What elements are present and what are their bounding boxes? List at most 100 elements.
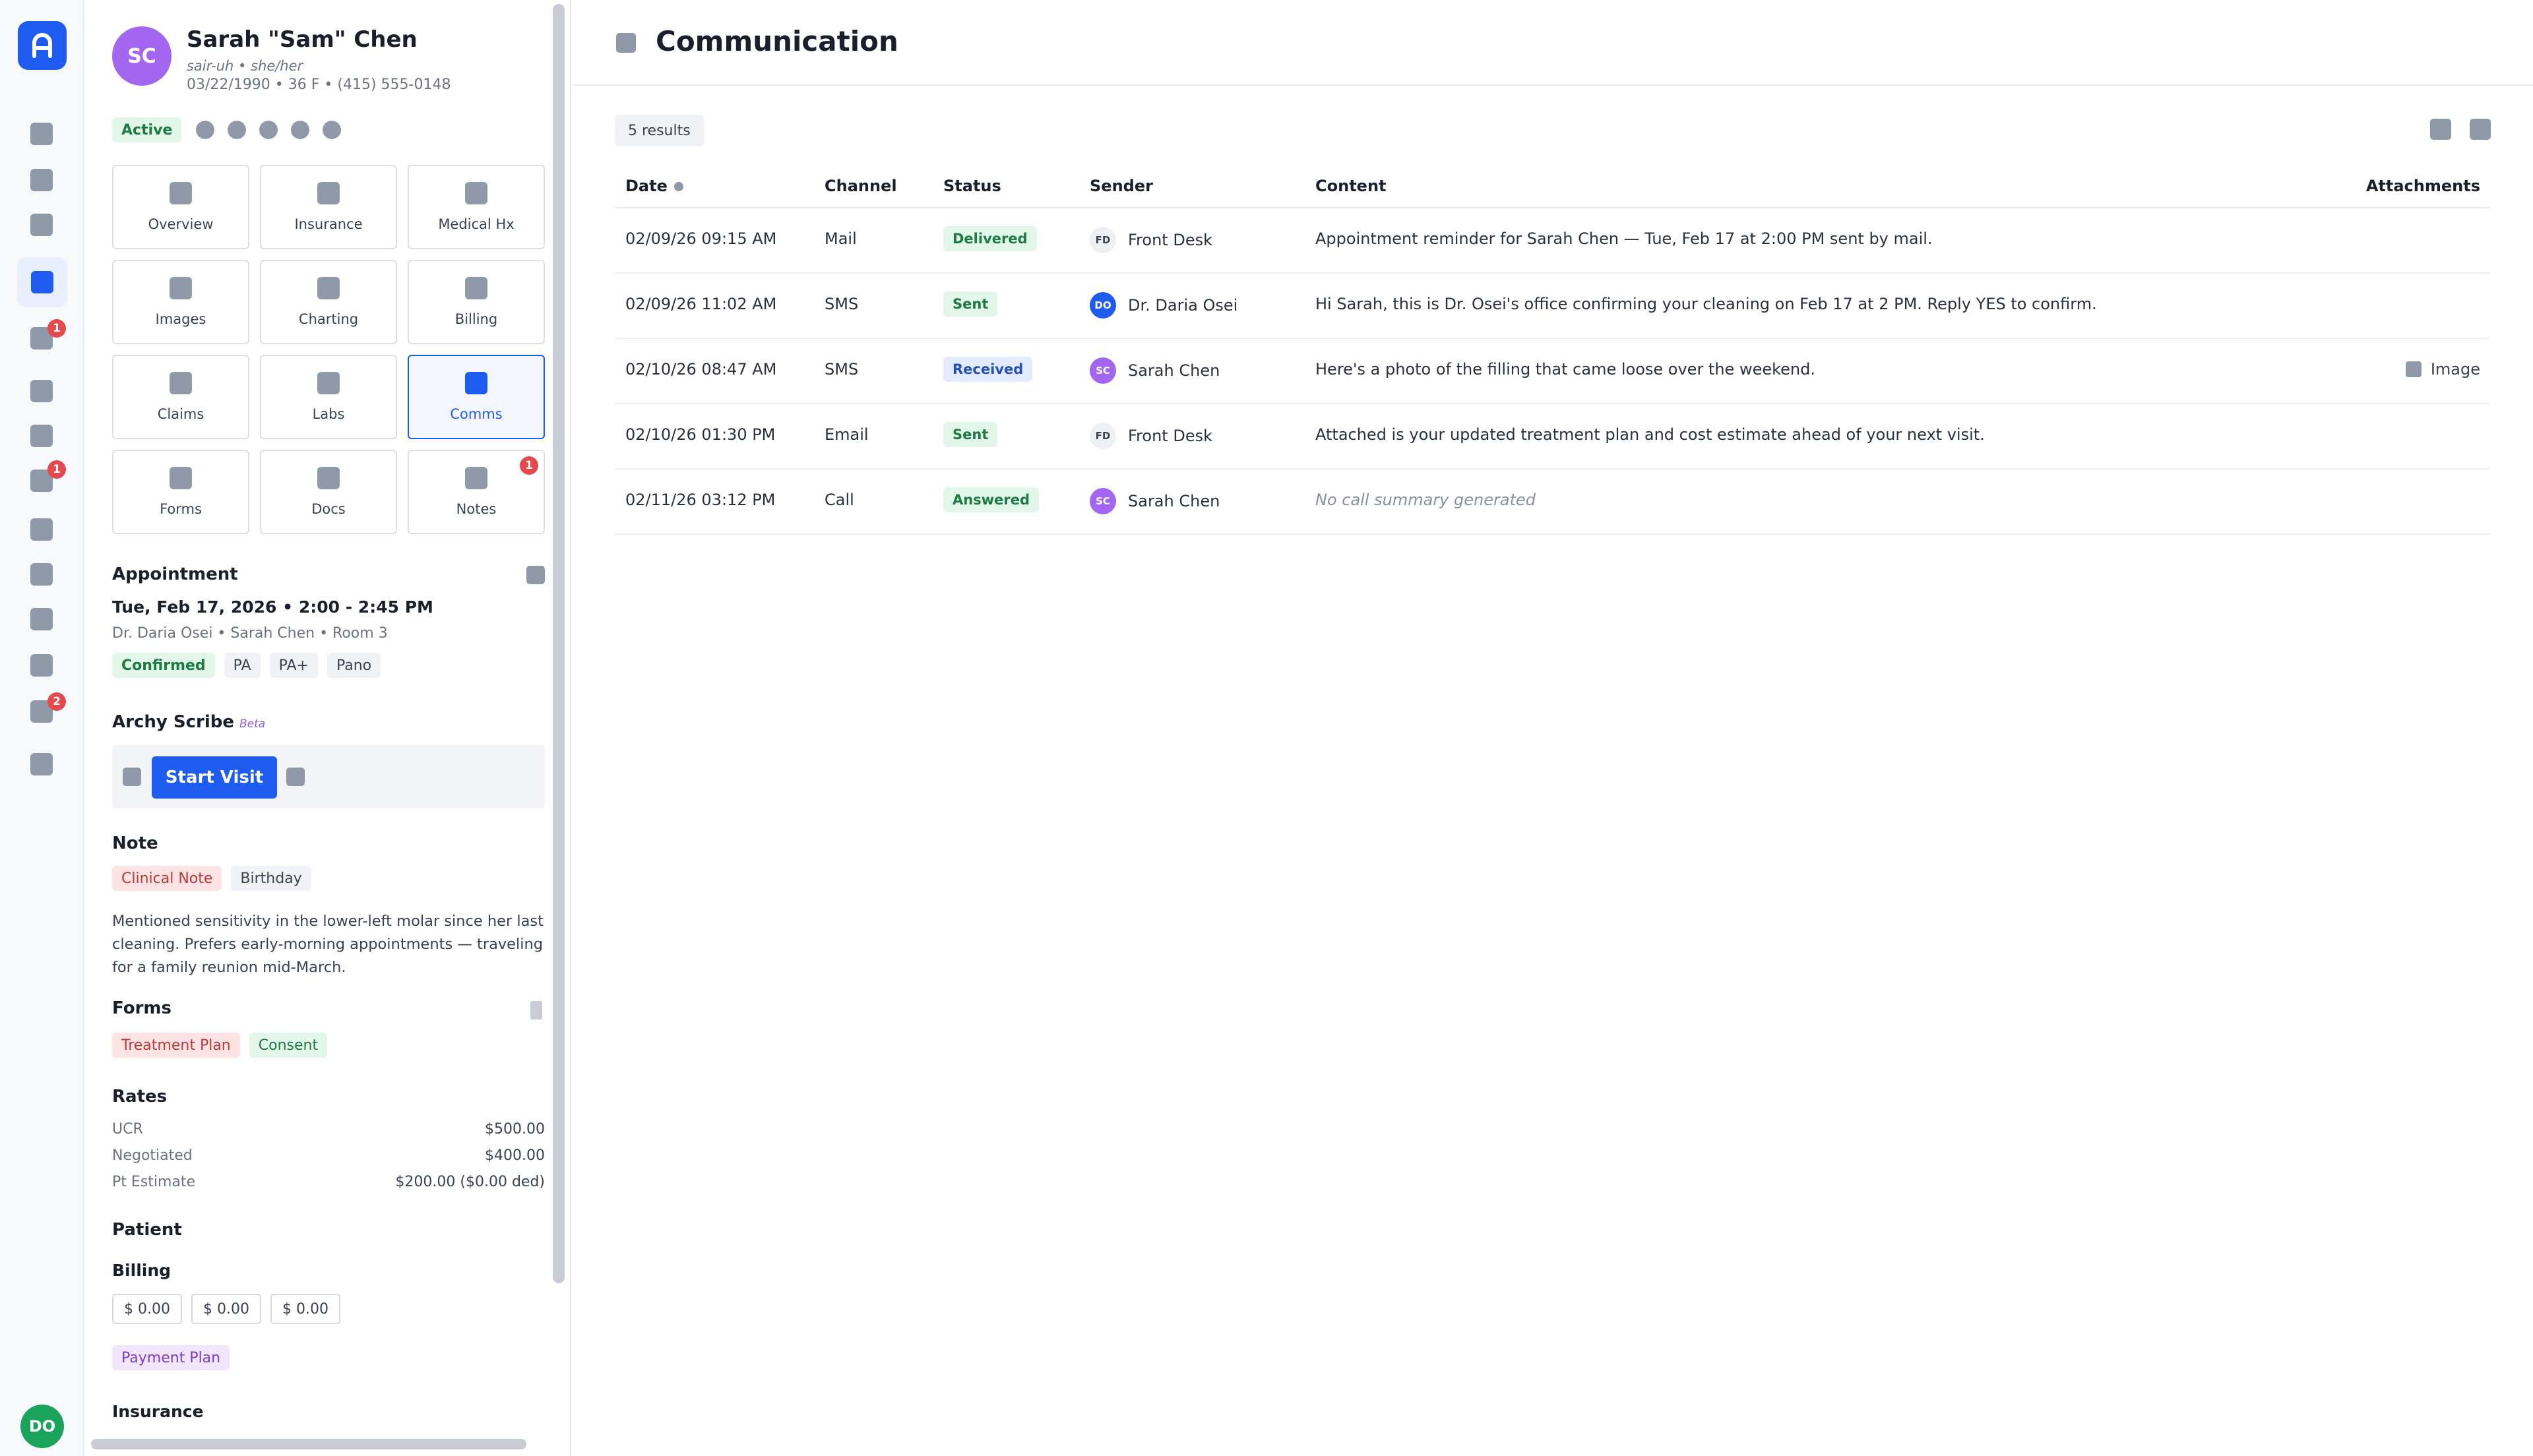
row-date: 02/09/26 11:02 AM [625, 295, 777, 313]
column-attachments[interactable]: Attachments [2366, 177, 2480, 195]
tab-images[interactable]: Images [112, 260, 249, 344]
row-date: 02/10/26 08:47 AM [625, 360, 777, 379]
rail-claims-icon[interactable] [30, 425, 53, 447]
table-row[interactable]: 02/10/26 08:47 AM SMS Received SC Sarah C… [615, 339, 2489, 404]
table-row[interactable]: 02/10/26 01:30 PM Email Sent FD Front Des… [615, 404, 2489, 470]
payment-plan-badge[interactable]: Payment Plan [112, 1345, 230, 1370]
status-indicator-icon[interactable] [196, 121, 215, 139]
rail-tasks-icon[interactable] [30, 380, 53, 402]
status-badge: Received [943, 357, 1033, 382]
note-heading: Note [112, 834, 158, 853]
sender-avatar: SC [1090, 488, 1116, 514]
form-tag[interactable]: Consent [249, 1033, 328, 1058]
charting-icon [317, 277, 340, 299]
rates-heading: Rates [112, 1087, 168, 1107]
forms-tags: Treatment Plan Consent [112, 1033, 328, 1058]
patient-name: Sarah "Sam" Chen [187, 26, 418, 53]
rail-settings-icon[interactable] [30, 753, 53, 775]
row-content: No call summary generated [1315, 491, 1536, 509]
tab-claims[interactable]: Claims [112, 355, 249, 439]
claims-icon [170, 372, 192, 394]
status-indicator-icon[interactable] [228, 121, 247, 139]
rail-patients-icon[interactable] [30, 214, 53, 236]
row-sender: FD Front Desk [1090, 423, 1212, 449]
panel-horizontal-scrollbar[interactable] [91, 1439, 526, 1449]
sender-avatar: SC [1090, 357, 1116, 384]
rail-patient-chart-icon[interactable] [17, 257, 67, 307]
status-badge: Sent [943, 422, 998, 447]
patient-panel: SC Sarah "Sam" Chen sair-uh • she/her 03… [86, 0, 571, 1456]
insurance-icon [317, 182, 340, 204]
tab-billing[interactable]: Billing [408, 260, 545, 344]
tab-insurance[interactable]: Insurance [260, 165, 397, 249]
row-channel: Call [825, 491, 854, 509]
tab-comms[interactable]: Comms [408, 355, 545, 439]
rail-schedule-icon[interactable] [30, 169, 53, 191]
row-sender: SC Sarah Chen [1090, 488, 1220, 514]
microphone-icon[interactable] [123, 768, 141, 786]
main-content: Communication 5 results Date Channel Sta… [573, 0, 2533, 1456]
note-tag[interactable]: Birthday [231, 866, 311, 891]
filter-icon[interactable] [2430, 119, 2451, 140]
column-status[interactable]: Status [943, 177, 1001, 195]
sender-avatar: DO [1090, 292, 1116, 318]
rail-insurance-icon[interactable] [30, 608, 53, 630]
image-icon [2405, 361, 2422, 377]
table-row[interactable]: 02/09/26 09:15 AM Mail Delivered FD Front… [615, 208, 2489, 274]
settings-icon[interactable] [286, 768, 305, 786]
results-count: 5 results [615, 115, 704, 146]
sender-avatar: FD [1090, 227, 1116, 253]
table-row[interactable]: 02/09/26 11:02 AM SMS Sent DO Dr. Daria O… [615, 274, 2489, 339]
billing-value: $ 0.00 [191, 1294, 261, 1324]
panel-vertical-scrollbar[interactable] [553, 4, 565, 1283]
rail-reports-icon[interactable] [30, 518, 53, 541]
attachment-link[interactable]: Image [2405, 360, 2480, 379]
app-logo-icon[interactable] [18, 21, 67, 70]
rail-messages-badge: 1 [47, 319, 66, 338]
status-indicator-icon[interactable] [323, 121, 342, 139]
app-rail: 1 1 2 DO [0, 0, 84, 1456]
column-content[interactable]: Content [1315, 177, 1387, 195]
note-tag[interactable]: Clinical Note [112, 866, 222, 891]
table-row[interactable]: 02/11/26 03:12 PM Call Answered SC Sarah … [615, 470, 2489, 535]
form-tag[interactable]: Treatment Plan [112, 1033, 240, 1058]
patient-pronunciation: sair-uh • she/her [187, 58, 303, 74]
tab-docs[interactable]: Docs [260, 450, 397, 534]
status-indicator-icon[interactable] [291, 121, 310, 139]
forms-menu-icon[interactable] [530, 1001, 542, 1019]
column-date[interactable]: Date [625, 177, 683, 195]
tab-labs[interactable]: Labs [260, 355, 397, 439]
status-indicator-icon[interactable] [259, 121, 278, 139]
forms-heading: Forms [112, 998, 172, 1018]
column-channel[interactable]: Channel [825, 177, 897, 195]
add-icon[interactable] [2470, 119, 2491, 140]
rail-documents-icon[interactable] [30, 654, 53, 677]
tab-medical-hx[interactable]: Medical Hx [408, 165, 545, 249]
tab-forms[interactable]: Forms [112, 450, 249, 534]
row-date: 02/11/26 03:12 PM [625, 491, 776, 509]
start-visit-button[interactable]: Start Visit [152, 756, 277, 799]
page-title: Communication [656, 25, 898, 57]
rail-home-icon[interactable] [30, 123, 53, 145]
user-avatar[interactable]: DO [20, 1405, 64, 1448]
column-sender[interactable]: Sender [1090, 177, 1153, 195]
row-content: Here's a photo of the filling that came … [1315, 360, 1815, 379]
status-badge: Answered [943, 487, 1039, 512]
note-tags: Clinical Note Birthday [112, 866, 311, 891]
sort-icon[interactable] [673, 182, 683, 191]
table-header: Date Channel Status Sender Content Attac… [615, 161, 2489, 208]
comms-icon [465, 372, 487, 394]
billing-icon [465, 277, 487, 299]
appointment-tag: Confirmed [112, 653, 215, 678]
billing-value: $ 0.00 [270, 1294, 340, 1324]
row-sender: SC Sarah Chen [1090, 357, 1220, 384]
scribe-box: Start Visit [112, 745, 545, 808]
appointment-edit-icon[interactable] [526, 566, 545, 584]
tab-overview[interactable]: Overview [112, 165, 249, 249]
images-icon [170, 277, 192, 299]
tab-notes[interactable]: Notes 1 [408, 450, 545, 534]
appointment-tag: PA+ [269, 653, 318, 678]
communication-icon [616, 33, 636, 53]
tab-charting[interactable]: Charting [260, 260, 397, 344]
rail-billing-icon[interactable] [30, 563, 53, 586]
